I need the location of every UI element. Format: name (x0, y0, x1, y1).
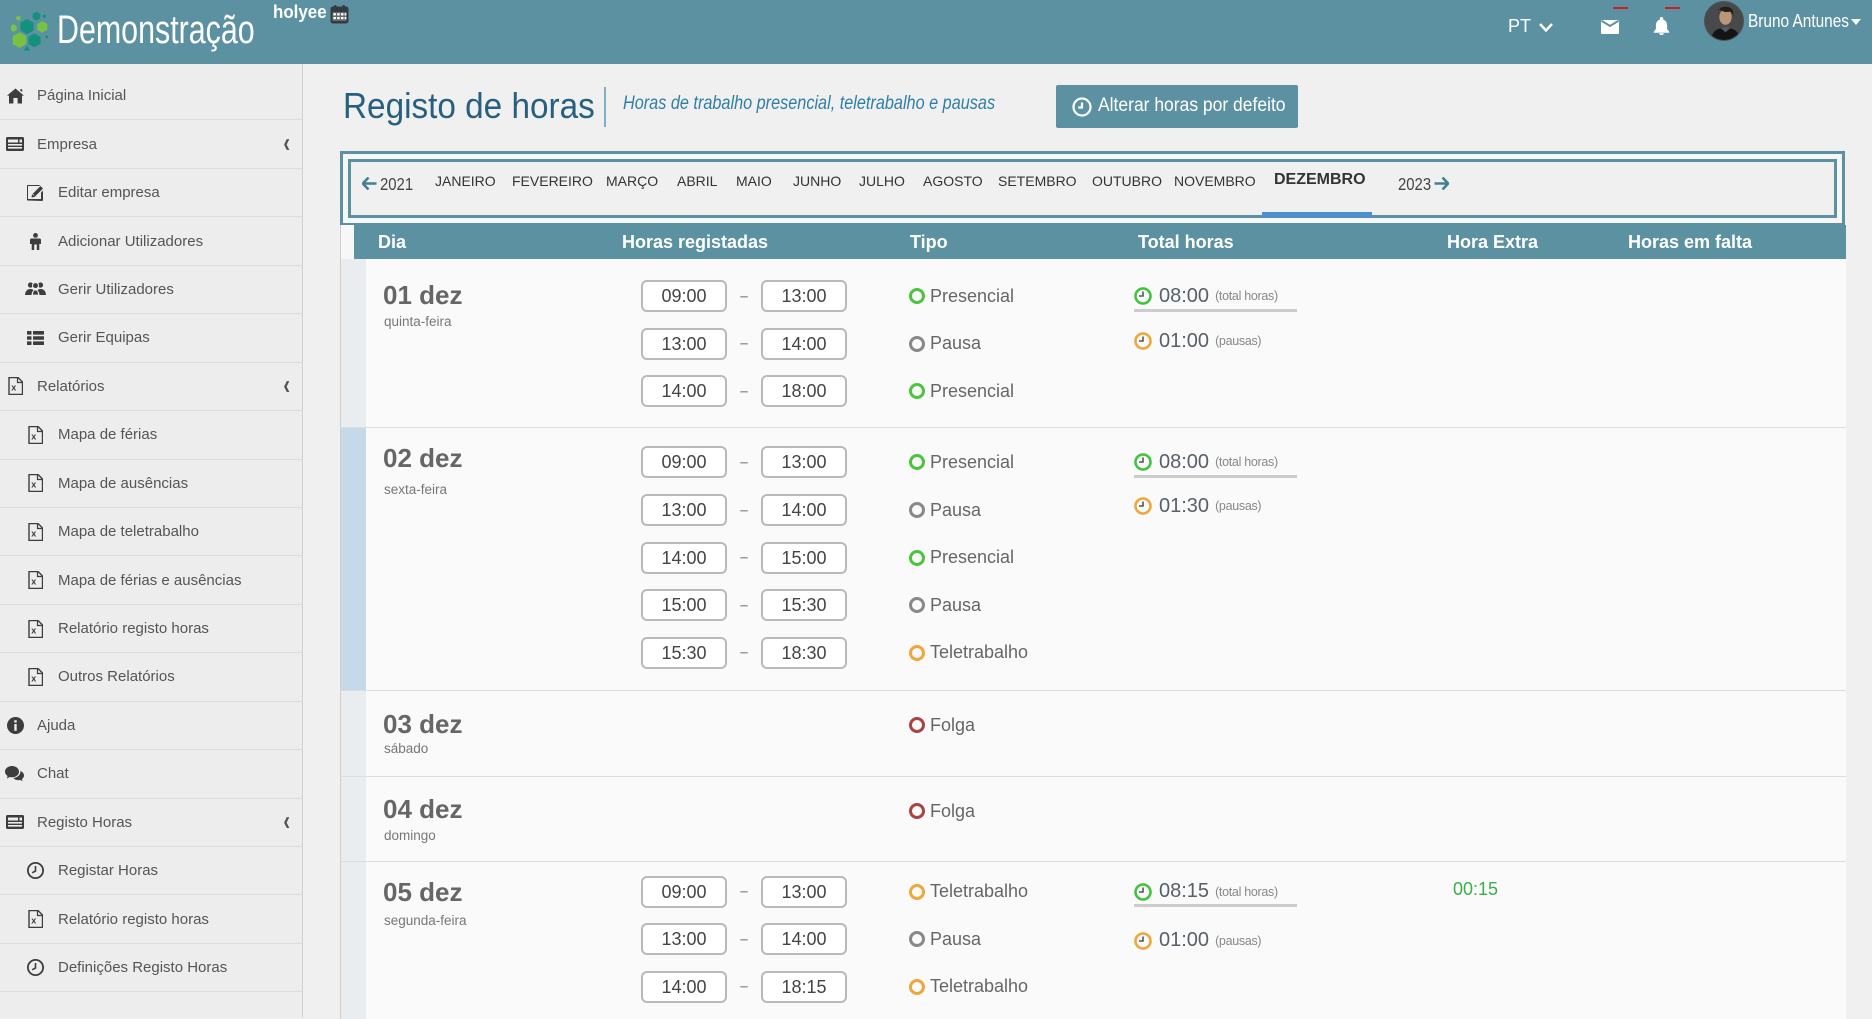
svg-text:x: x (31, 431, 36, 441)
svg-text:x: x (31, 528, 36, 538)
svg-text:x: x (11, 383, 16, 393)
svg-text:x: x (31, 916, 36, 926)
svg-text:x: x (31, 577, 36, 587)
svg-text:x: x (31, 673, 36, 683)
svg-text:x: x (31, 480, 36, 490)
svg-text:x: x (31, 625, 36, 635)
